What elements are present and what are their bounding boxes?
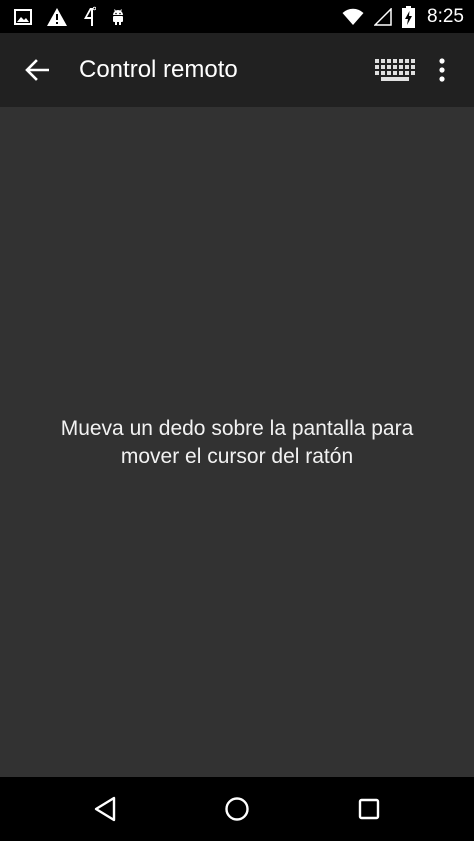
wifi-icon <box>342 8 364 25</box>
navigation-bar <box>0 777 474 841</box>
status-bar: 8:25 <box>0 0 474 33</box>
status-time: 8:25 <box>427 6 464 27</box>
image-icon <box>14 9 32 25</box>
overflow-menu-button[interactable] <box>424 49 460 91</box>
hint-line-1: Mueva un dedo sobre la pantalla para <box>60 417 414 440</box>
status-notification-icons <box>14 5 126 29</box>
nav-back-button[interactable] <box>83 789 127 829</box>
more-vert-icon <box>439 58 445 82</box>
android-icon <box>113 9 123 25</box>
keyboard-button[interactable] <box>368 51 422 89</box>
touchpad-hint: Mueva un dedo sobre la pantalla para mov… <box>20 415 454 471</box>
signal-4g-icon <box>84 6 96 26</box>
back-button[interactable] <box>14 47 60 93</box>
cell-signal-icon <box>374 8 392 26</box>
page-title: Control remoto <box>79 56 238 83</box>
recents-square-icon <box>358 798 380 820</box>
battery-charging-icon <box>402 6 416 28</box>
hint-line-2: mover el cursor del ratón <box>120 445 354 468</box>
home-circle-icon <box>225 797 249 821</box>
screen: 8:25 Control remoto Mueva un dedo sobre … <box>0 0 474 841</box>
keyboard-icon <box>375 59 415 81</box>
nav-recents-button[interactable] <box>347 789 391 829</box>
warning-icon <box>47 8 67 26</box>
app-bar: Control remoto <box>0 33 474 107</box>
touchpad-area[interactable]: Mueva un dedo sobre la pantalla para mov… <box>0 107 474 777</box>
nav-home-button[interactable] <box>215 789 259 829</box>
status-system-icons: 8:25 <box>342 4 464 30</box>
back-arrow-icon <box>25 59 49 81</box>
back-triangle-icon <box>94 796 116 822</box>
